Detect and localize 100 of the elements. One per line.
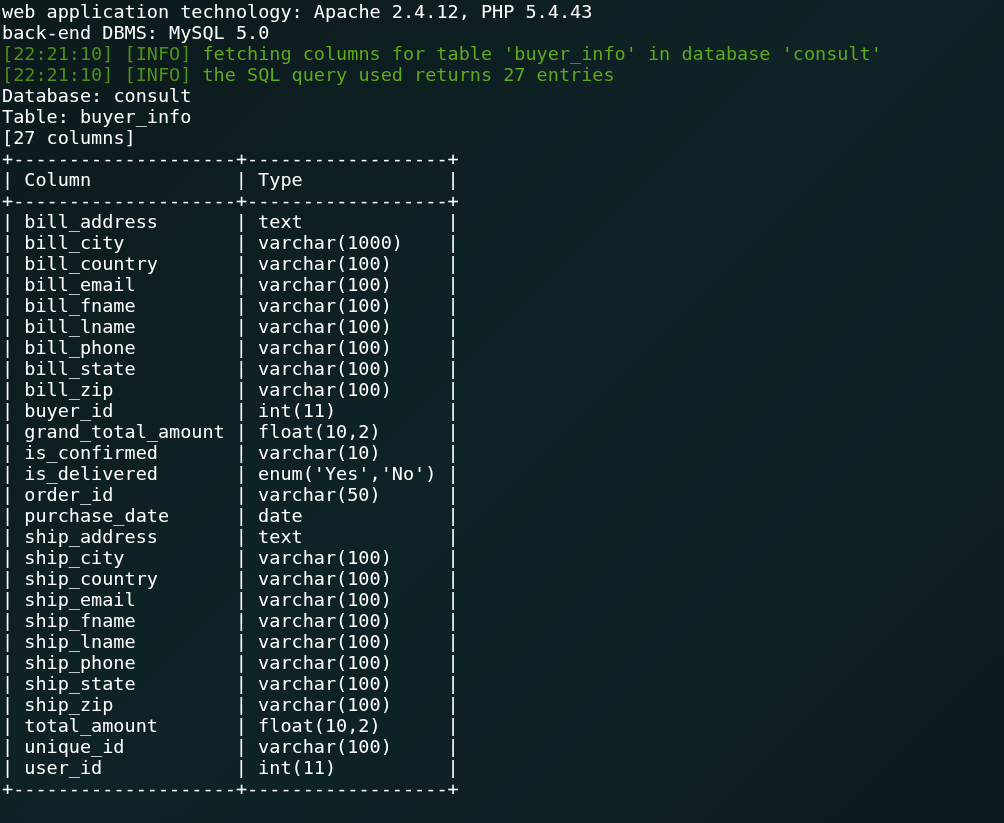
- column-separator: |: [447, 673, 459, 694]
- table-cell-text: date: [258, 505, 304, 526]
- column-separator: |: [2, 169, 14, 190]
- table-cell-text: user_id: [24, 757, 104, 778]
- column-separator: |: [2, 295, 14, 316]
- column-separator: |: [447, 715, 459, 736]
- column-separator: |: [447, 400, 459, 421]
- column-separator: |: [235, 463, 247, 484]
- column-separator: |: [235, 442, 247, 463]
- log-message: fetching columns for table 'buyer_info' in database 'consult': [202, 43, 882, 64]
- table-cell-text: ship_email: [24, 589, 137, 610]
- column-separator: |: [235, 358, 247, 379]
- table-cell-text: varchar(100): [258, 379, 393, 400]
- column-separator: |: [2, 715, 14, 736]
- column-separator: |: [2, 274, 14, 295]
- table-cell-text: varchar(100): [258, 337, 393, 358]
- table-cell-text: varchar(100): [258, 736, 393, 757]
- table-cell-text: varchar(100): [258, 547, 393, 568]
- column-separator: |: [235, 316, 247, 337]
- column-separator: |: [447, 505, 459, 526]
- table-cell-text: enum('Yes','No'): [258, 463, 438, 484]
- table-cell-text: varchar(100): [258, 631, 393, 652]
- column-separator: |: [447, 652, 459, 673]
- column-separator: |: [235, 736, 247, 757]
- column-separator: |: [2, 358, 14, 379]
- table-cell-text: grand_total_amount: [24, 421, 226, 442]
- table-cell-text: bill_state: [24, 358, 137, 379]
- table-rule: +--------------------+------------------+: [2, 148, 459, 169]
- column-separator: |: [447, 484, 459, 505]
- column-separator: |: [235, 379, 247, 400]
- table-cell-text: ship_address: [24, 526, 159, 547]
- column-separator: |: [235, 526, 247, 547]
- column-separator: |: [235, 757, 247, 778]
- column-separator: |: [235, 274, 247, 295]
- column-separator: |: [447, 211, 459, 232]
- column-separator: |: [2, 253, 14, 274]
- column-separator: |: [235, 715, 247, 736]
- column-separator: |: [2, 379, 14, 400]
- column-separator: |: [447, 568, 459, 589]
- column-separator: |: [235, 547, 247, 568]
- table-cell-text: varchar(100): [258, 358, 393, 379]
- column-separator: |: [2, 337, 14, 358]
- column-separator: |: [2, 421, 14, 442]
- column-separator: |: [447, 295, 459, 316]
- column-separator: |: [2, 673, 14, 694]
- column-separator: |: [2, 652, 14, 673]
- table-rule: +--------------------+------------------+: [2, 778, 459, 799]
- column-separator: |: [447, 379, 459, 400]
- table-cell-text: varchar(100): [258, 253, 393, 274]
- table-cell-text: buyer_id: [24, 400, 115, 421]
- column-separator: |: [447, 316, 459, 337]
- column-separator: |: [235, 631, 247, 652]
- table-cell-text: varchar(100): [258, 316, 393, 337]
- column-separator: |: [447, 736, 459, 757]
- column-separator: |: [235, 295, 247, 316]
- table-cell-text: ship_fname: [24, 610, 137, 631]
- table-cell-text: varchar(100): [258, 610, 393, 631]
- column-separator: |: [447, 337, 459, 358]
- column-separator: |: [2, 316, 14, 337]
- column-separator: |: [2, 610, 14, 631]
- column-separator: |: [2, 400, 14, 421]
- column-separator: |: [235, 484, 247, 505]
- table-cell-text: int(11): [258, 400, 338, 421]
- column-separator: |: [2, 631, 14, 652]
- column-separator: |: [235, 505, 247, 526]
- table-cell-text: ship_phone: [24, 652, 137, 673]
- column-separator: |: [235, 610, 247, 631]
- table-rule: +--------------------+------------------+: [2, 190, 459, 211]
- log-level: [INFO]: [124, 64, 192, 85]
- table-cell-text: bill_country: [24, 253, 159, 274]
- log-timestamp: [22:21:10]: [2, 43, 114, 64]
- table-cell-text: varchar(10): [258, 442, 382, 463]
- column-separator: |: [447, 274, 459, 295]
- column-separator: |: [447, 421, 459, 442]
- table-cell-text: float(10,2): [258, 715, 382, 736]
- column-separator: |: [447, 589, 459, 610]
- column-separator: |: [447, 253, 459, 274]
- column-separator: |: [2, 547, 14, 568]
- column-separator: |: [2, 505, 14, 526]
- column-separator: |: [447, 442, 459, 463]
- output-line: web application technology: Apache 2.4.12, PHP 5.4.43: [2, 1, 593, 22]
- column-separator: |: [235, 673, 247, 694]
- column-separator: |: [235, 337, 247, 358]
- column-separator: |: [447, 610, 459, 631]
- column-separator: |: [235, 421, 247, 442]
- column-separator: |: [447, 757, 459, 778]
- table-cell-text: ship_country: [24, 568, 159, 589]
- column-separator: |: [235, 568, 247, 589]
- table-cell-text: text: [258, 211, 304, 232]
- output-line: [27 columns]: [2, 127, 136, 148]
- column-separator: |: [2, 568, 14, 589]
- column-separator: |: [447, 232, 459, 253]
- table-cell-text: bill_address: [24, 211, 159, 232]
- column-separator: |: [2, 589, 14, 610]
- table-cell-text: ship_lname: [24, 631, 137, 652]
- table-cell-text: varchar(100): [258, 568, 393, 589]
- table-cell-text: ship_city: [24, 547, 126, 568]
- column-separator: |: [235, 694, 247, 715]
- column-separator: |: [447, 526, 459, 547]
- table-cell-text: int(11): [258, 757, 338, 778]
